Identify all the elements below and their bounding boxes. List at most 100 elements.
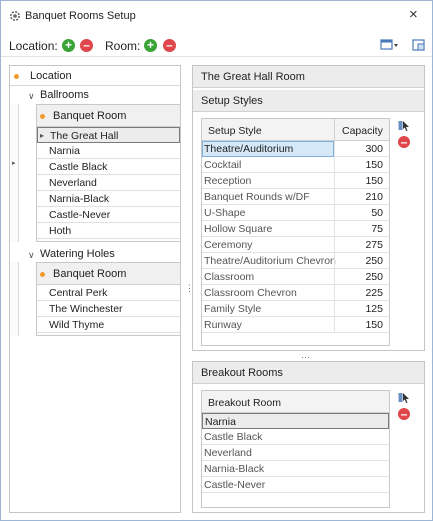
- group-watering-holes[interactable]: Watering Holes: [40, 248, 115, 260]
- column-divider: [334, 205, 335, 221]
- collapse-ballrooms-icon[interactable]: ∨: [28, 91, 35, 102]
- location-label: Location:: [9, 39, 58, 53]
- location-tree-panel: Location ∨ Ballrooms Banquet Room ▸ The …: [9, 65, 181, 513]
- setup-style-row[interactable]: Theatre/Auditorium 300: [202, 141, 389, 157]
- setup-style-name[interactable]: Theatre/Auditorium Chevron: [204, 255, 336, 267]
- row-indicator-gutter: [10, 262, 19, 336]
- setup-style-capacity[interactable]: 210: [365, 191, 383, 203]
- setup-style-capacity[interactable]: 50: [371, 207, 383, 219]
- setup-style-capacity[interactable]: 250: [365, 255, 383, 267]
- column-divider: [334, 141, 335, 157]
- setup-style-name[interactable]: Classroom: [204, 271, 254, 283]
- room-row-hoth[interactable]: Hoth: [37, 223, 180, 239]
- watering-holes-grid: Banquet Room Central Perk The Winchester…: [36, 262, 181, 336]
- setup-style-name[interactable]: Family Style: [204, 303, 261, 315]
- table-header: Setup Style Capacity: [202, 119, 389, 141]
- breakout-room-row[interactable]: Narnia-Black: [202, 461, 389, 477]
- setup-style-row[interactable]: Reception 150: [202, 173, 389, 189]
- room-title: The Great Hall Room: [201, 71, 305, 83]
- plus-icon: +: [64, 38, 72, 52]
- column-capacity[interactable]: Capacity: [342, 125, 383, 137]
- close-button[interactable]: ×: [409, 7, 418, 23]
- collapse-watering-holes-icon[interactable]: ∨: [28, 250, 35, 261]
- setup-style-name[interactable]: Theatre/Auditorium: [204, 143, 293, 155]
- column-divider: [334, 189, 335, 205]
- room-row-castle-black[interactable]: Castle Black: [37, 159, 180, 175]
- setup-style-name[interactable]: Cocktail: [204, 159, 241, 171]
- room-name: Hoth: [49, 225, 72, 237]
- room-row-central-perk[interactable]: Central Perk: [37, 285, 180, 301]
- setup-style-row[interactable]: Cocktail 150: [202, 157, 389, 173]
- breakout-room-name: Castle-Never: [204, 479, 266, 491]
- setup-style-row[interactable]: Runway 150: [202, 317, 389, 333]
- room-row-neverland[interactable]: Neverland: [37, 175, 180, 191]
- setup-style-row[interactable]: Ceremony 275: [202, 237, 389, 253]
- setup-style-name[interactable]: Hollow Square: [204, 223, 272, 235]
- setup-style-name[interactable]: Classroom Chevron: [204, 287, 297, 299]
- room-row-narnia[interactable]: Narnia: [37, 143, 180, 159]
- room-row-narnia-black[interactable]: Narnia-Black: [37, 191, 180, 207]
- setup-styles-header: Setup Styles: [193, 90, 424, 112]
- setup-style-capacity[interactable]: 125: [365, 303, 383, 315]
- breakout-rooms-header: Breakout Rooms: [193, 362, 424, 384]
- column-divider: [334, 253, 335, 269]
- window-layout-icon[interactable]: [412, 39, 426, 52]
- setup-style-row[interactable]: Classroom Chevron 225: [202, 285, 389, 301]
- add-room-button[interactable]: +: [144, 39, 157, 52]
- remove-breakout-room-button[interactable]: –: [398, 408, 410, 420]
- expand-arrow-icon[interactable]: ▸: [12, 159, 16, 167]
- room-row-wild-thyme[interactable]: Wild Thyme: [37, 317, 180, 333]
- setup-style-row[interactable]: Banquet Rounds w/DF 210: [202, 189, 389, 205]
- required-dot-icon: [14, 74, 19, 79]
- setup-style-name[interactable]: U-Shape: [204, 207, 245, 219]
- setup-style-capacity[interactable]: 225: [365, 287, 383, 299]
- setup-style-row[interactable]: Classroom 250: [202, 269, 389, 285]
- minus-icon: –: [400, 407, 408, 421]
- setup-style-capacity[interactable]: 150: [365, 175, 383, 187]
- setup-style-capacity[interactable]: 275: [365, 239, 383, 251]
- room-name: Narnia: [49, 145, 80, 157]
- table-header: Breakout Room: [202, 391, 389, 413]
- setup-style-row[interactable]: Theatre/Auditorium Chevron 250: [202, 253, 389, 269]
- layout-dropdown-icon[interactable]: [380, 39, 400, 52]
- setup-style-name[interactable]: Banquet Rounds w/DF: [204, 191, 310, 203]
- column-banquet-room: Banquet Room: [53, 268, 127, 280]
- group-ballrooms[interactable]: Ballrooms: [40, 89, 89, 101]
- setup-style-name[interactable]: Reception: [204, 175, 251, 187]
- setup-style-row[interactable]: Hollow Square 75: [202, 221, 389, 237]
- setup-style-capacity[interactable]: 150: [365, 159, 383, 171]
- setup-style-capacity[interactable]: 150: [365, 319, 383, 331]
- setup-style-name[interactable]: Runway: [204, 319, 242, 331]
- add-location-button[interactable]: +: [62, 39, 75, 52]
- remove-room-button[interactable]: –: [163, 39, 176, 52]
- grid-header: Banquet Room: [37, 105, 180, 127]
- breakout-room-name: Castle Black: [204, 431, 263, 443]
- breakout-room-row[interactable]: Neverland: [202, 445, 389, 461]
- breakout-room-row[interactable]: Castle-Never: [202, 477, 389, 493]
- gear-icon: [10, 11, 20, 21]
- room-name: Wild Thyme: [49, 319, 105, 331]
- window-title: Banquet Rooms Setup: [25, 10, 136, 22]
- remove-location-button[interactable]: –: [80, 39, 93, 52]
- select-pointer-icon[interactable]: [398, 392, 410, 404]
- room-row-the-winchester[interactable]: The Winchester: [37, 301, 180, 317]
- breakout-room-name: Narnia-Black: [204, 463, 265, 475]
- setup-style-capacity[interactable]: 75: [371, 223, 383, 235]
- setup-style-capacity[interactable]: 300: [365, 143, 383, 155]
- breakout-room-name: Narnia: [205, 416, 236, 428]
- setup-style-row[interactable]: Family Style 125: [202, 301, 389, 317]
- setup-style-name[interactable]: Ceremony: [204, 239, 252, 251]
- breakout-room-row[interactable]: Narnia: [202, 413, 389, 429]
- required-dot-icon: [40, 114, 45, 119]
- plus-icon: +: [146, 38, 154, 52]
- column-divider: [334, 221, 335, 237]
- setup-style-row[interactable]: U-Shape 50: [202, 205, 389, 221]
- room-row-the-great-hall[interactable]: ▸ The Great Hall: [37, 127, 180, 143]
- breakout-room-row[interactable]: Castle Black: [202, 429, 389, 445]
- setup-style-capacity[interactable]: 250: [365, 271, 383, 283]
- column-setup-style[interactable]: Setup Style: [208, 125, 262, 137]
- room-row-castle-never[interactable]: Castle-Never: [37, 207, 180, 223]
- column-breakout-room[interactable]: Breakout Room: [208, 397, 281, 409]
- select-pointer-icon[interactable]: [398, 120, 410, 132]
- remove-setup-style-button[interactable]: –: [398, 136, 410, 148]
